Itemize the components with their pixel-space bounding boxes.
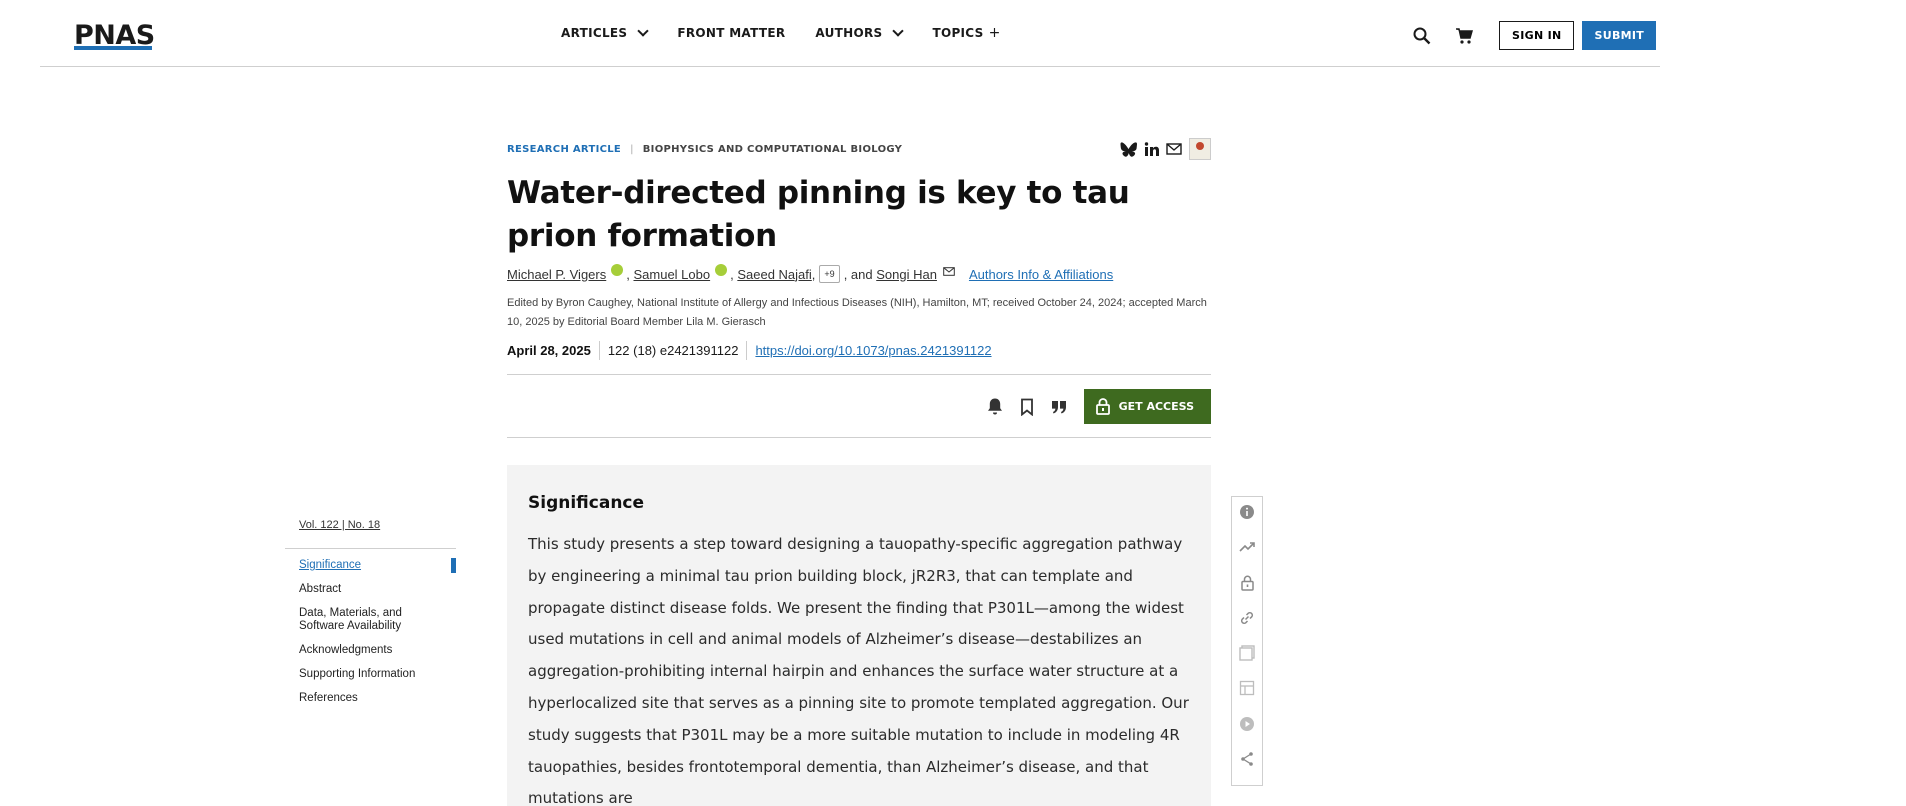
- nav-front-matter-label: FRONT MATTER: [677, 26, 786, 40]
- article-title: Water-directed pinning is key to tau pri…: [507, 175, 1130, 254]
- lock-icon: [1095, 398, 1110, 415]
- author-list: Michael P. Vigers , Samuel Lobo , Saeed …: [507, 264, 1211, 284]
- nav-authors-label: AUTHORS: [815, 26, 883, 40]
- article-toolbar: GET ACCESS: [507, 374, 1211, 438]
- doi-link[interactable]: https://doi.org/10.1073/pnas.2421391122: [755, 343, 991, 358]
- nav-topics[interactable]: TOPICS +: [932, 25, 1000, 41]
- orcid-icon[interactable]: [715, 264, 728, 276]
- publication-date: April 28, 2025: [507, 343, 591, 358]
- toc-item-references[interactable]: References: [299, 692, 424, 705]
- toc-item-label: Data, Materials, and Software Availabili…: [299, 607, 402, 632]
- corresponding-mail-icon[interactable]: [943, 266, 955, 276]
- figures-icon[interactable]: [1237, 644, 1257, 662]
- significance-text: This study presents a step toward design…: [528, 535, 1189, 806]
- significance-section: Significance This study presents a step …: [507, 465, 1211, 806]
- nav-authors[interactable]: AUTHORS: [815, 24, 905, 40]
- toc-list: Significance Abstract Data, Materials, a…: [285, 558, 456, 705]
- chevron-down-icon: [892, 24, 905, 37]
- author-link[interactable]: Michael P. Vigers: [507, 267, 606, 282]
- authors-info-link[interactable]: Authors Info & Affiliations: [969, 267, 1113, 282]
- share-icons: [1113, 138, 1211, 160]
- edited-by-note: Edited by Byron Caughey, National Instit…: [507, 297, 1207, 328]
- citation-info: 122 (18) e2421391122: [607, 343, 739, 358]
- more-authors-button[interactable]: +9: [819, 265, 840, 283]
- article-header: RESEARCH ARTICLE | BIOPHYSICS AND COMPUT…: [507, 138, 1211, 438]
- search-icon[interactable]: [1409, 23, 1435, 49]
- submit-button[interactable]: SUBMIT: [1582, 21, 1657, 50]
- cart-icon[interactable]: [1451, 23, 1477, 49]
- get-access-label: GET ACCESS: [1118, 400, 1194, 413]
- plus-icon: +: [988, 25, 1001, 41]
- media-icon[interactable]: [1237, 715, 1257, 733]
- metrics-icon[interactable]: [1237, 538, 1257, 556]
- toc-item-label: Supporting Information: [299, 668, 416, 680]
- sign-in-button[interactable]: SIGN IN: [1499, 21, 1575, 50]
- meta-divider: [746, 341, 748, 360]
- author-link[interactable]: Saeed Najafi: [737, 267, 811, 282]
- toc-item-label: Significance: [299, 559, 362, 571]
- article-type[interactable]: RESEARCH ARTICLE: [507, 144, 621, 155]
- toc-item-significance[interactable]: Significance: [299, 558, 456, 573]
- toc-item-label: References: [299, 692, 358, 704]
- linkedin-icon[interactable]: [1144, 141, 1159, 157]
- quote-icon[interactable]: [1044, 392, 1074, 422]
- meta-divider: [598, 341, 600, 360]
- toc-divider: [285, 548, 456, 549]
- type-separator: |: [630, 143, 634, 155]
- nav-articles-label: ARTICLES: [561, 26, 628, 40]
- publication-meta: April 28, 2025 122 (18) e2421391122 http…: [507, 341, 1211, 360]
- nav-articles[interactable]: ARTICLES: [561, 24, 650, 40]
- bluesky-icon[interactable]: [1120, 141, 1137, 157]
- author-and: , and: [843, 266, 873, 282]
- share-icon[interactable]: [1237, 750, 1257, 768]
- author-separator: ,: [811, 266, 816, 282]
- email-icon[interactable]: [1166, 143, 1182, 155]
- article-type-row: RESEARCH ARTICLE | BIOPHYSICS AND COMPUT…: [507, 138, 1211, 160]
- toc-item-label: Acknowledgments: [299, 644, 393, 656]
- site-header: PNAS ARTICLES FRONT MATTER AUTHORS TOPIC…: [40, 0, 1660, 67]
- nav-front-matter[interactable]: FRONT MATTER: [677, 26, 785, 40]
- nav-topics-label: TOPICS: [932, 26, 984, 40]
- info-icon[interactable]: [1237, 503, 1257, 521]
- article-tool-rail: [1231, 496, 1263, 786]
- toc-item-supporting-information[interactable]: Supporting Information: [299, 668, 424, 681]
- bookmark-icon[interactable]: [1012, 392, 1042, 422]
- author-separator: ,: [730, 266, 738, 282]
- journal-cover-icon[interactable]: [1189, 138, 1211, 160]
- bell-icon[interactable]: [980, 392, 1010, 422]
- volume-issue-link[interactable]: Vol. 122 | No. 18: [299, 519, 456, 531]
- get-access-button[interactable]: GET ACCESS: [1083, 389, 1211, 424]
- article-subject[interactable]: BIOPHYSICS AND COMPUTATIONAL BIOLOGY: [643, 144, 902, 155]
- lock-icon[interactable]: [1237, 574, 1257, 592]
- significance-heading: Significance: [528, 493, 645, 513]
- toc-item-data-availability[interactable]: Data, Materials, and Software Availabili…: [299, 607, 424, 633]
- main-nav: ARTICLES FRONT MATTER AUTHORS TOPICS +: [561, 24, 1031, 41]
- author-separator: ,: [626, 266, 634, 282]
- toc-active-marker: [451, 558, 456, 573]
- header-actions: SIGN IN SUBMIT: [1409, 21, 1657, 50]
- toc-item-acknowledgments[interactable]: Acknowledgments: [299, 644, 424, 657]
- table-of-contents: Vol. 122 | No. 18 Significance Abstract …: [285, 519, 456, 716]
- author-link[interactable]: Songi Han: [876, 267, 937, 282]
- orcid-icon[interactable]: [611, 264, 624, 276]
- logo-underline: [74, 46, 152, 50]
- chevron-down-icon: [637, 24, 650, 37]
- toc-item-abstract[interactable]: Abstract: [299, 583, 424, 596]
- article-tools: GET ACCESS: [980, 389, 1211, 424]
- link-icon[interactable]: [1237, 609, 1257, 627]
- author-link[interactable]: Samuel Lobo: [633, 267, 710, 282]
- toc-item-label: Abstract: [299, 583, 342, 595]
- tables-icon[interactable]: [1237, 679, 1257, 697]
